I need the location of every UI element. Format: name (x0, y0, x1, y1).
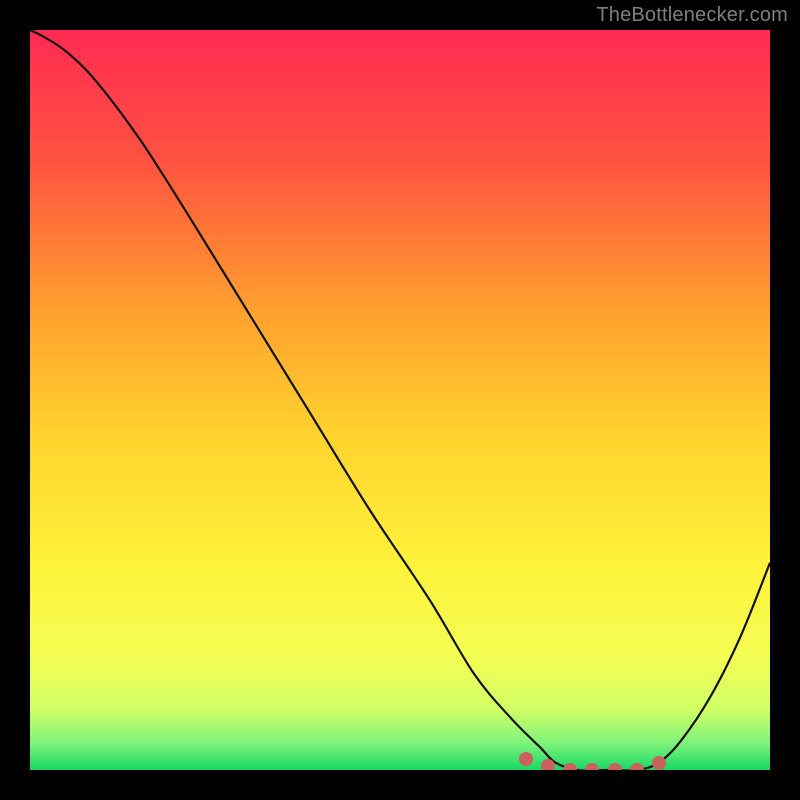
chart-plot-area (30, 30, 770, 770)
chart-marker (585, 763, 599, 770)
chart-curve-layer (30, 30, 770, 770)
chart-marker (519, 752, 533, 766)
chart-marker (541, 759, 555, 770)
attribution-text: TheBottlenecker.com (596, 4, 788, 27)
chart-marker (608, 763, 622, 770)
bottleneck-curve (30, 30, 770, 770)
chart-marker (563, 763, 577, 770)
chart-marker (652, 756, 666, 770)
chart-marker (630, 763, 644, 770)
